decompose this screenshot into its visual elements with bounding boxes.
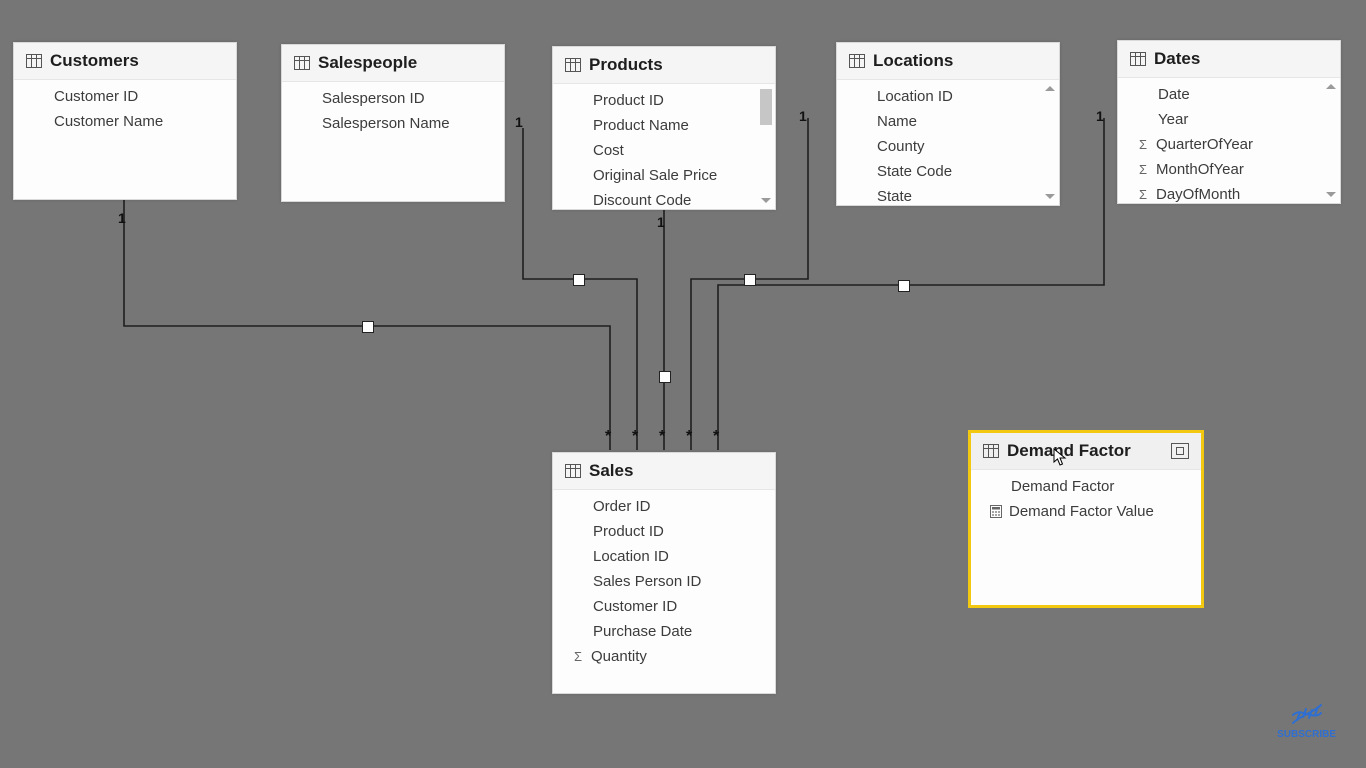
cardinality-one: 1 (1096, 108, 1104, 124)
field-row[interactable]: Name (837, 109, 1059, 134)
table-title: Dates (1154, 49, 1200, 69)
dna-icon (1289, 701, 1325, 727)
cardinality-one: 1 (118, 210, 126, 226)
table-header[interactable]: Locations (837, 43, 1059, 80)
relationship-filter-node (362, 321, 374, 333)
cardinality-many: * (713, 428, 719, 446)
table-demand-factor[interactable]: Demand Factor Demand Factor Demand Facto… (968, 430, 1204, 608)
field-row[interactable]: Demand Factor (971, 474, 1201, 499)
scrollbar[interactable] (759, 90, 773, 203)
table-salespeople[interactable]: Salespeople Salesperson ID Salesperson N… (281, 44, 505, 202)
scrollbar[interactable] (1043, 86, 1057, 199)
scroll-up-icon[interactable] (1326, 84, 1336, 89)
field-row[interactable]: State Code (837, 159, 1059, 184)
field-row[interactable]: Purchase Date (553, 619, 775, 644)
relationship-filter-node (898, 280, 910, 292)
field-row[interactable]: Year (1118, 107, 1340, 132)
table-title: Customers (50, 51, 139, 71)
table-title: Salespeople (318, 53, 417, 73)
field-row[interactable]: Order ID (553, 494, 775, 519)
sigma-icon: Σ (1136, 187, 1150, 202)
cardinality-many: * (686, 428, 692, 446)
cardinality-many: * (605, 428, 611, 446)
table-products[interactable]: Products Product ID Product Name Cost Or… (552, 46, 776, 210)
scrollbar[interactable] (1324, 84, 1338, 197)
field-row[interactable]: Product ID (553, 88, 775, 113)
field-row[interactable]: Location ID (837, 84, 1059, 109)
field-row[interactable]: ΣDayOfMonth (1118, 182, 1340, 203)
subscribe-label: SUBSCRIBE (1277, 729, 1336, 740)
field-row[interactable]: Cost (553, 138, 775, 163)
subscribe-badge[interactable]: SUBSCRIBE (1277, 701, 1336, 740)
field-row[interactable]: Salesperson ID (282, 86, 504, 111)
field-row[interactable]: ΣMonthOfYear (1118, 157, 1340, 182)
field-row[interactable]: Location ID (553, 544, 775, 569)
field-row[interactable]: Customer Name (14, 109, 236, 134)
table-sales[interactable]: Sales Order ID Product ID Location ID Sa… (552, 452, 776, 694)
sigma-icon: Σ (1136, 137, 1150, 152)
relationship-filter-node (659, 371, 671, 383)
field-row[interactable]: Product ID (553, 519, 775, 544)
cardinality-one: 1 (799, 108, 807, 124)
table-header[interactable]: Sales (553, 453, 775, 490)
table-header[interactable]: Products (553, 47, 775, 84)
field-row[interactable]: Original Sale Price (553, 163, 775, 188)
scroll-down-icon[interactable] (1326, 192, 1336, 197)
scroll-thumb[interactable] (760, 89, 772, 125)
field-row[interactable]: Salesperson Name (282, 111, 504, 136)
table-icon (565, 464, 581, 478)
table-title: Sales (589, 461, 633, 481)
field-row[interactable]: Product Name (553, 113, 775, 138)
cardinality-one: 1 (657, 214, 665, 230)
field-row[interactable]: Demand Factor Value (971, 499, 1201, 524)
cardinality-many: * (632, 428, 638, 446)
field-row[interactable]: County (837, 134, 1059, 159)
cardinality-many: * (659, 428, 665, 446)
table-icon (565, 58, 581, 72)
relationship-filter-node (744, 274, 756, 286)
field-row[interactable]: Discount Code (553, 188, 775, 209)
table-icon (849, 54, 865, 68)
scroll-down-icon[interactable] (761, 198, 771, 203)
table-header[interactable]: Salespeople (282, 45, 504, 82)
table-customers[interactable]: Customers Customer ID Customer Name (13, 42, 237, 200)
relationship-filter-node (573, 274, 585, 286)
field-row[interactable]: ΣQuarterOfYear (1118, 132, 1340, 157)
table-header[interactable]: Dates (1118, 41, 1340, 78)
field-row[interactable]: Customer ID (553, 594, 775, 619)
table-icon (983, 444, 999, 458)
scroll-down-icon[interactable] (1045, 194, 1055, 199)
table-icon (26, 54, 42, 68)
field-row[interactable]: Customer ID (14, 84, 236, 109)
cardinality-one: 1 (515, 114, 523, 130)
table-icon (294, 56, 310, 70)
table-title: Demand Factor (1007, 441, 1131, 461)
table-icon (1130, 52, 1146, 66)
field-row[interactable]: State (837, 184, 1059, 205)
calculator-icon (989, 505, 1003, 518)
table-header[interactable]: Customers (14, 43, 236, 80)
scroll-up-icon[interactable] (1045, 86, 1055, 91)
table-dates[interactable]: Dates Date Year ΣQuarterOfYear ΣMonthOfY… (1117, 40, 1341, 204)
table-locations[interactable]: Locations Location ID Name County State … (836, 42, 1060, 206)
sigma-icon: Σ (1136, 162, 1150, 177)
field-row[interactable]: Sales Person ID (553, 569, 775, 594)
field-row[interactable]: Date (1118, 82, 1340, 107)
full-screen-icon[interactable] (1171, 443, 1189, 459)
sigma-icon: Σ (571, 649, 585, 664)
field-row[interactable]: ΣQuantity (553, 644, 775, 669)
table-title: Locations (873, 51, 953, 71)
table-title: Products (589, 55, 663, 75)
table-header[interactable]: Demand Factor (971, 433, 1201, 470)
